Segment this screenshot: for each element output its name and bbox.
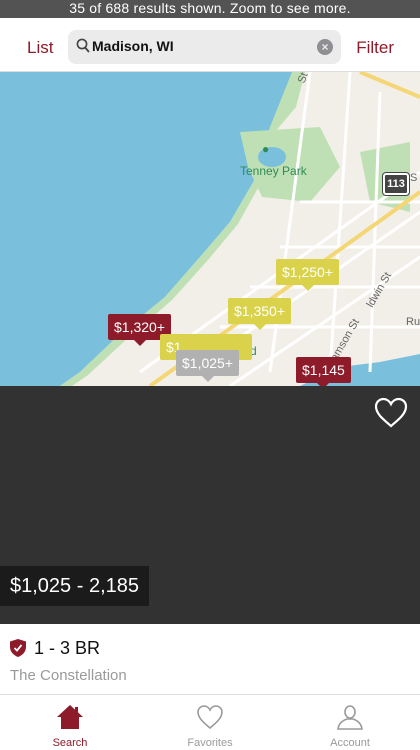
tab-label: Favorites [187, 737, 233, 749]
street-label: Ru [406, 316, 420, 328]
highway-shield-icon: 113 [382, 172, 410, 196]
listing-photo[interactable]: $1,025 - 2,185 [0, 386, 420, 624]
clear-search-icon[interactable]: × [317, 39, 333, 55]
search-field[interactable]: Madison, WI × [68, 30, 341, 64]
search-input[interactable]: Madison, WI [92, 38, 174, 54]
tab-account[interactable]: Account [280, 695, 420, 750]
screen: { "banner": { "text": "35 of 688 results… [0, 0, 420, 750]
favorite-heart-icon[interactable] [374, 396, 408, 430]
house-icon [57, 705, 83, 729]
poi-label-tenney-park: Tenney Park [240, 164, 307, 178]
search-header: List Madison, WI × Filter [0, 18, 420, 72]
tab-search[interactable]: Search [0, 695, 140, 750]
bedroom-count: 1 - 3 BR [34, 638, 101, 658]
street-label: S [410, 172, 418, 184]
tab-bar: Search Favorites Account [0, 694, 420, 750]
map-view[interactable]: ● Tenney Park ield ldwin St amson St St … [0, 72, 420, 386]
park-pin-icon: ● [262, 142, 270, 156]
filter-button[interactable]: Filter [356, 38, 394, 58]
listing-info[interactable]: 1 - 3 BR The Constellation [0, 624, 420, 694]
price-pin[interactable]: $1,350+ [228, 298, 291, 330]
heart-icon [197, 705, 223, 730]
list-button[interactable]: List [27, 38, 53, 58]
price-pin[interactable]: $1,250+ [276, 259, 339, 291]
listing-price-range: $1,025 - 2,185 [0, 566, 149, 606]
price-pin[interactable]: $1,025+ [176, 350, 239, 382]
price-pin[interactable]: $1,145 [296, 357, 351, 386]
property-name: The Constellation [10, 667, 127, 684]
search-icon [76, 38, 90, 53]
results-banner: 35 of 688 results shown. Zoom to see mor… [0, 0, 420, 18]
person-icon [337, 705, 363, 730]
tab-label: Account [330, 737, 370, 749]
verified-shield-icon [10, 639, 26, 657]
tab-favorites[interactable]: Favorites [140, 695, 280, 750]
tab-label: Search [52, 737, 88, 749]
